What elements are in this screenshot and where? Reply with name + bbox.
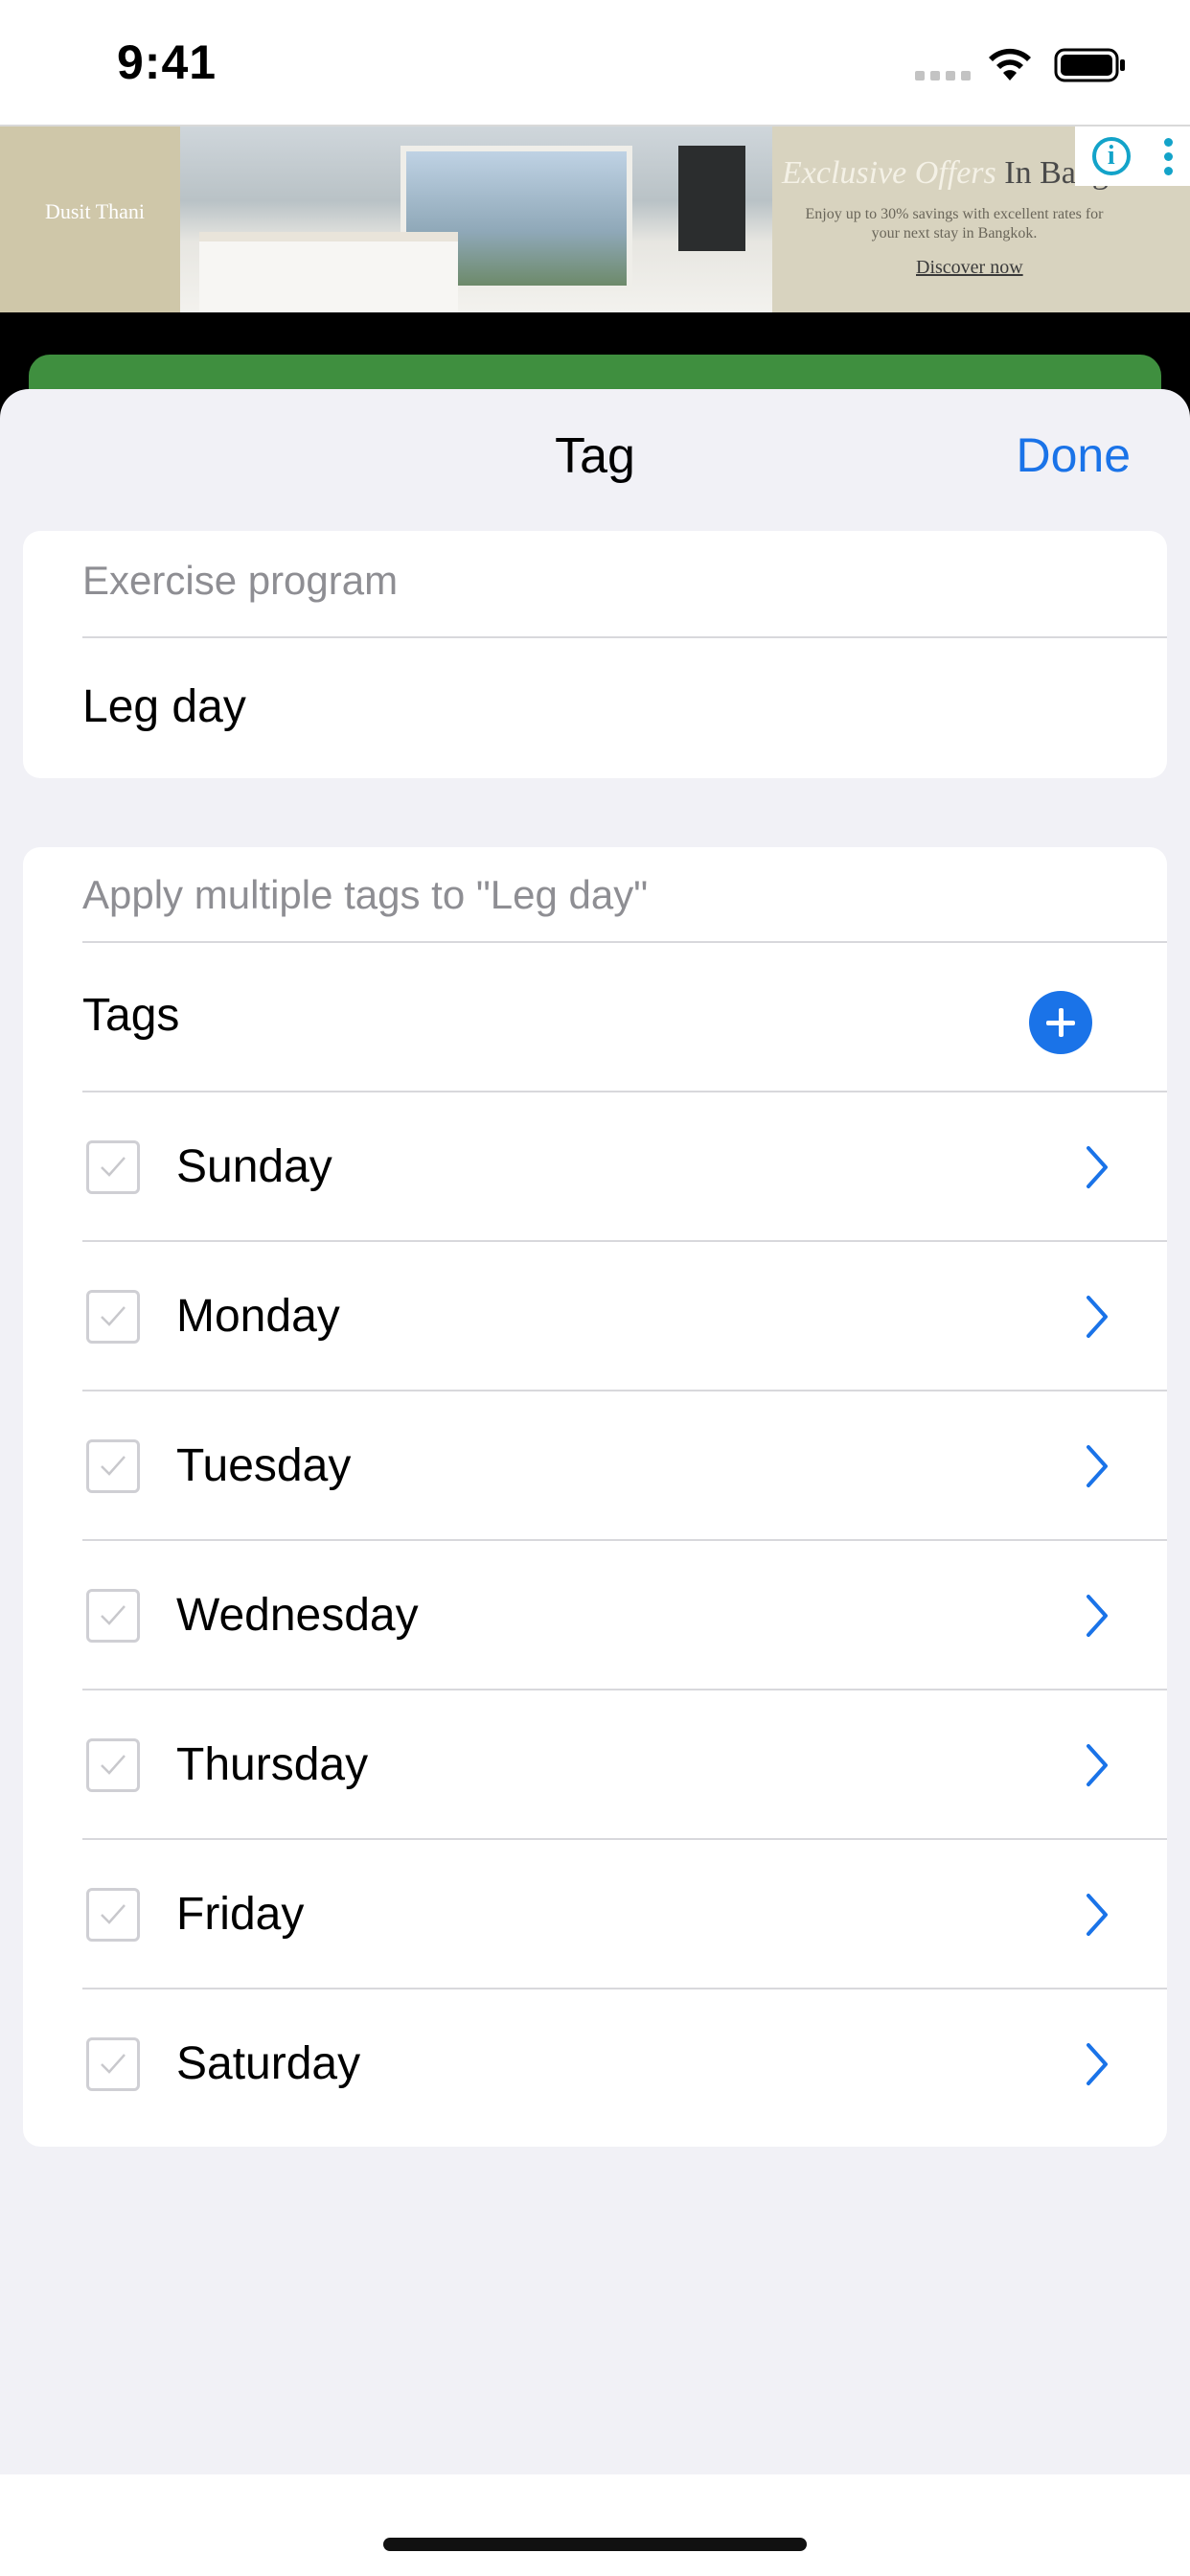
tag-label: Friday: [176, 1889, 305, 1940]
chevron-right-icon[interactable]: [1083, 1742, 1111, 1788]
chevron-right-icon[interactable]: [1083, 2041, 1111, 2087]
tag-row-saturday[interactable]: Saturday: [23, 1990, 1167, 2139]
tag-label: Sunday: [176, 1141, 332, 1192]
program-name: Leg day: [82, 681, 246, 732]
checkmark-icon: [101, 1904, 126, 1924]
section-header: Apply multiple tags to "Leg day": [82, 872, 649, 917]
checkbox[interactable]: [86, 1290, 140, 1344]
checkbox[interactable]: [86, 1140, 140, 1194]
tag-sheet: Tag Done Exercise program Leg day Apply …: [0, 389, 1190, 2474]
chevron-right-icon[interactable]: [1083, 1144, 1111, 1190]
add-tag-button[interactable]: [1029, 991, 1092, 1054]
battery-icon: [1054, 48, 1125, 82]
info-icon[interactable]: i: [1091, 137, 1131, 175]
chevron-right-icon[interactable]: [1083, 1593, 1111, 1639]
chevron-right-icon[interactable]: [1083, 1294, 1111, 1340]
checkmark-icon: [101, 2054, 126, 2074]
tag-label: Saturday: [176, 2038, 361, 2089]
ad-banner[interactable]: Dusit Thani Exclusive Offers In Bangkok …: [0, 126, 1190, 312]
tag-row-sunday[interactable]: Sunday: [23, 1092, 1167, 1242]
more-options-icon[interactable]: [1164, 137, 1174, 175]
checkmark-icon: [101, 1605, 126, 1625]
checkbox[interactable]: [86, 2037, 140, 2091]
checkmark-icon: [101, 1755, 126, 1775]
tags-label: Tags: [82, 990, 180, 1041]
ad-choices-badge[interactable]: i: [1075, 126, 1190, 186]
tag-label: Monday: [176, 1291, 340, 1342]
status-bar: 9:41: [0, 0, 1190, 126]
tag-row-tuesday[interactable]: Tuesday: [23, 1392, 1167, 1541]
tag-row-wednesday[interactable]: Wednesday: [23, 1541, 1167, 1690]
tag-label: Thursday: [176, 1739, 369, 1790]
sheet-title: Tag: [555, 428, 635, 484]
tag-row-thursday[interactable]: Thursday: [23, 1690, 1167, 1840]
checkbox[interactable]: [86, 1439, 140, 1493]
checkmark-icon: [101, 1306, 126, 1326]
cellular-signal-icon: [915, 71, 971, 80]
ad-bed: [199, 232, 458, 312]
ad-cta-link[interactable]: Discover now: [916, 257, 1023, 279]
divider: [82, 636, 1167, 638]
done-button[interactable]: Done: [1016, 427, 1131, 483]
divider: [82, 941, 1167, 943]
chevron-right-icon[interactable]: [1083, 1443, 1111, 1489]
home-indicator-area: [0, 2474, 1190, 2576]
status-time: 9:41: [117, 35, 217, 89]
tag-label: Tuesday: [176, 1440, 352, 1491]
tag-label: Wednesday: [176, 1590, 419, 1641]
tag-row-friday[interactable]: Friday: [23, 1840, 1167, 1990]
ad-copy: Enjoy up to 30% savings with excellent r…: [805, 206, 1104, 242]
wifi-icon: [989, 48, 1031, 80]
checkbox[interactable]: [86, 1589, 140, 1643]
checkbox[interactable]: [86, 1888, 140, 1942]
ad-brand-panel: Dusit Thani: [0, 126, 180, 312]
ad-tv: [678, 146, 745, 251]
ad-hotel-room-image: [180, 126, 772, 312]
checkmark-icon: [101, 1157, 126, 1177]
checkmark-icon: [101, 1456, 126, 1476]
home-indicator[interactable]: [383, 2538, 807, 2551]
section-header: Exercise program: [82, 558, 399, 603]
tags-section: Apply multiple tags to "Leg day" Tags Su…: [23, 847, 1167, 2147]
exercise-program-section: Exercise program Leg day: [23, 531, 1167, 778]
checkbox[interactable]: [86, 1738, 140, 1792]
tag-row-monday[interactable]: Monday: [23, 1242, 1167, 1392]
chevron-right-icon[interactable]: [1083, 1892, 1111, 1938]
ad-brand-logo: Dusit Thani: [44, 199, 146, 223]
